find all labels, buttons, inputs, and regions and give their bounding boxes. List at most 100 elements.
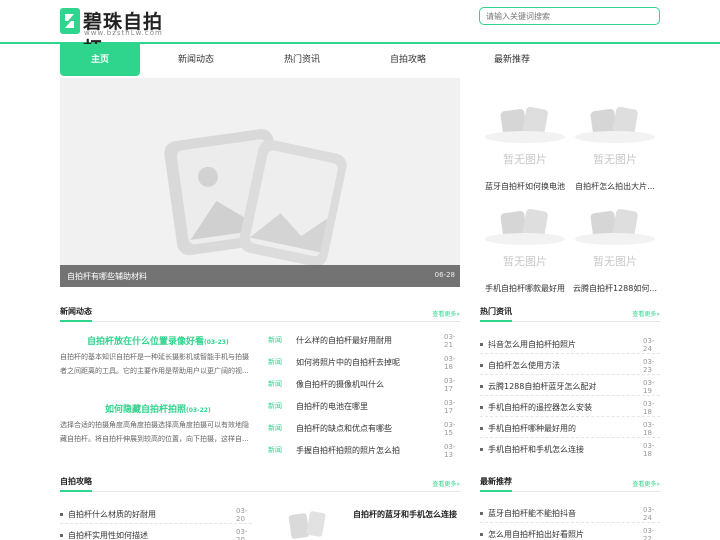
news-link[interactable]: 自拍杆的缺点和优点有哪些 <box>296 423 392 434</box>
banner-date: 06-28 <box>434 271 455 279</box>
guide-date: 03-20 <box>236 507 248 523</box>
hot-link[interactable]: 手机自拍杆哪种最好用的 <box>488 423 576 434</box>
hot-list-item[interactable]: 抖音怎么用自拍杆拍照片 03-24 <box>480 337 660 353</box>
divider <box>60 523 252 524</box>
thumb-card[interactable]: 暂无图片 蓝牙自拍杆如何换电池 <box>480 105 570 192</box>
nav-item-news[interactable]: 新闻动态 <box>156 44 236 76</box>
hot-list-item[interactable]: 手机自拍杆的遥控器怎么安装 03-18 <box>480 400 660 416</box>
bullet-icon <box>480 427 483 430</box>
divider <box>480 374 660 375</box>
hot-section-header: 热门资讯 查看更多» <box>480 306 660 322</box>
view-more-link[interactable]: 查看更多» <box>432 309 460 318</box>
view-more-link[interactable]: 查看更多» <box>432 479 460 488</box>
svg-text:暂无图片: 暂无图片 <box>503 153 547 166</box>
news-tag: 新闻 <box>268 358 282 366</box>
svg-text:暂无图片: 暂无图片 <box>593 153 637 166</box>
guide-link[interactable]: 自拍杆什么材质的好耐用 <box>68 509 156 520</box>
news-link[interactable]: 什么样的自拍杆最好用耐用 <box>296 335 392 346</box>
news-tag: 新闻 <box>268 424 282 432</box>
bullet-icon <box>480 448 483 451</box>
guide-list-item[interactable]: 自拍杆实用性如何描述 03-20 <box>60 528 252 540</box>
thumb-card[interactable]: 暂无图片 手机自拍杆哪款最好用 <box>480 207 570 294</box>
divider <box>480 437 660 438</box>
latest-link[interactable]: 蓝牙自拍杆能不能拍抖音 <box>488 508 576 519</box>
image-placeholder-icon: 暂无图片 <box>485 208 565 268</box>
news-list-item[interactable]: 新闻 自拍杆的缺点和优点有哪些 03-15 <box>268 421 460 437</box>
view-more-link[interactable]: 查看更多» <box>632 309 660 318</box>
view-more-link[interactable]: 查看更多» <box>632 479 660 488</box>
guide-list-item[interactable]: 自拍杆什么材质的好耐用 03-20 <box>60 507 252 523</box>
news-link[interactable]: 手握自拍杆拍照的照片怎么拍 <box>296 445 400 456</box>
featured-news-desc: 自拍杆的基本知识自拍杆是一种延长摄影机或智能手机与拍摄者之间距离的工具。它的主要… <box>60 353 249 375</box>
svg-text:暂无图片: 暂无图片 <box>593 255 637 268</box>
news-link[interactable]: 如何将照片中的自拍杆去掉呢 <box>296 357 400 368</box>
hot-list-item[interactable]: 自拍杆怎么使用方法 03-23 <box>480 358 660 374</box>
bullet-icon <box>480 364 483 367</box>
divider <box>480 353 660 354</box>
hot-list-item[interactable]: 手机自拍杆和手机怎么连接 03-18 <box>480 442 660 458</box>
main-nav: 主页 新闻动态 热门资讯 自拍攻略 最新推荐 <box>60 44 660 76</box>
image-placeholder-icon: . <box>164 129 347 267</box>
guide-featured-title[interactable]: 自拍杆的蓝牙和手机怎么连接 <box>353 509 457 520</box>
logo-icon <box>60 8 80 34</box>
news-list-item[interactable]: 新闻 什么样的自拍杆最好用耐用 03-21 <box>268 333 460 349</box>
hot-date: 03-18 <box>643 421 655 437</box>
nav-item-latest[interactable]: 最新推荐 <box>472 44 552 76</box>
hot-date: 03-24 <box>643 337 655 353</box>
thumb-caption[interactable]: 云腾自拍杆1288如何... <box>570 283 660 294</box>
bullet-icon <box>480 406 483 409</box>
news-link[interactable]: 自拍杆的电池在哪里 <box>296 401 368 412</box>
featured-news-date: (03-22) <box>186 407 211 414</box>
news-section-header: 新闻动态 查看更多» <box>60 306 460 322</box>
news-list-item[interactable]: 新闻 如何将照片中的自拍杆去掉呢 03-18 <box>268 355 460 371</box>
latest-link[interactable]: 怎么用自拍杆拍出好看照片 <box>488 529 584 540</box>
nav-item-hot[interactable]: 热门资讯 <box>262 44 342 76</box>
thumb-card[interactable]: 暂无图片 自拍杆怎么拍出大片... <box>570 105 660 192</box>
latest-list-item[interactable]: 蓝牙自拍杆能不能拍抖音 03-24 <box>480 506 660 522</box>
hot-list-item[interactable]: 手机自拍杆哪种最好用的 03-18 <box>480 421 660 437</box>
latest-section-header: 最新推荐 查看更多» <box>480 476 660 492</box>
featured-news-title[interactable]: 自拍杆放在什么位置录像好看(03-23) <box>87 334 229 347</box>
latest-list-item[interactable]: 怎么用自拍杆拍出好看照片 03-22 <box>480 527 660 540</box>
featured-news-title[interactable]: 如何隐藏自拍杆拍照(03-22) <box>105 402 211 415</box>
news-date: 03-18 <box>444 355 456 371</box>
thumb-card[interactable]: 暂无图片 云腾自拍杆1288如何... <box>570 207 660 294</box>
latest-date: 03-24 <box>643 506 655 522</box>
featured-news-title-text[interactable]: 自拍杆放在什么位置录像好看 <box>87 337 204 347</box>
hot-list-item[interactable]: 云腾1288自拍杆蓝牙怎么配对 03-19 <box>480 379 660 395</box>
banner-title[interactable]: 自拍杆有哪些辅助材料 <box>67 271 147 282</box>
hot-link[interactable]: 自拍杆怎么使用方法 <box>488 360 560 371</box>
news-link[interactable]: 像自拍杆的摄像机叫什么 <box>296 379 384 390</box>
news-list-item[interactable]: 新闻 自拍杆的电池在哪里 03-17 <box>268 399 460 415</box>
news-date: 03-21 <box>444 333 456 349</box>
thumb-caption[interactable]: 自拍杆怎么拍出大片... <box>570 181 660 192</box>
news-tag: 新闻 <box>268 446 282 454</box>
search-input[interactable] <box>479 7 660 25</box>
hot-link[interactable]: 手机自拍杆的遥控器怎么安装 <box>488 402 592 413</box>
section-title: 最新推荐 <box>480 476 512 492</box>
news-tag: 新闻 <box>268 336 282 344</box>
nav-item-home[interactable]: 主页 <box>60 44 140 76</box>
section-title: 热门资讯 <box>480 306 512 322</box>
site-header: 碧珠自拍杆 www.bzsthLw.com <box>0 0 720 60</box>
hot-link[interactable]: 云腾1288自拍杆蓝牙怎么配对 <box>488 381 596 392</box>
thumb-caption[interactable]: 蓝牙自拍杆如何换电池 <box>480 181 570 192</box>
banner-slide[interactable]: . 自拍杆有哪些辅助材料 06-28 <box>60 78 460 287</box>
hot-date: 03-19 <box>643 379 655 395</box>
nav-item-guide[interactable]: 自拍攻略 <box>368 44 448 76</box>
thumb-caption[interactable]: 手机自拍杆哪款最好用 <box>480 283 570 294</box>
image-placeholder-icon <box>288 511 326 539</box>
site-logo[interactable]: 碧珠自拍杆 www.bzsthLw.com <box>60 6 170 60</box>
image-placeholder-icon: 暂无图片 <box>485 106 565 166</box>
featured-news-title-text[interactable]: 如何隐藏自拍杆拍照 <box>105 405 186 415</box>
guide-link[interactable]: 自拍杆实用性如何描述 <box>68 530 148 540</box>
news-list-item[interactable]: 新闻 像自拍杆的摄像机叫什么 03-17 <box>268 377 460 393</box>
hot-link[interactable]: 手机自拍杆和手机怎么连接 <box>488 444 584 455</box>
bullet-icon <box>60 513 63 516</box>
news-date: 03-13 <box>444 443 456 459</box>
image-placeholder-icon: 暂无图片 <box>575 208 655 268</box>
featured-news-date: (03-23) <box>204 339 229 346</box>
hot-link[interactable]: 抖音怎么用自拍杆拍照片 <box>488 339 576 350</box>
news-list-item[interactable]: 新闻 手握自拍杆拍照的照片怎么拍 03-13 <box>268 443 460 459</box>
bullet-icon <box>480 533 483 536</box>
